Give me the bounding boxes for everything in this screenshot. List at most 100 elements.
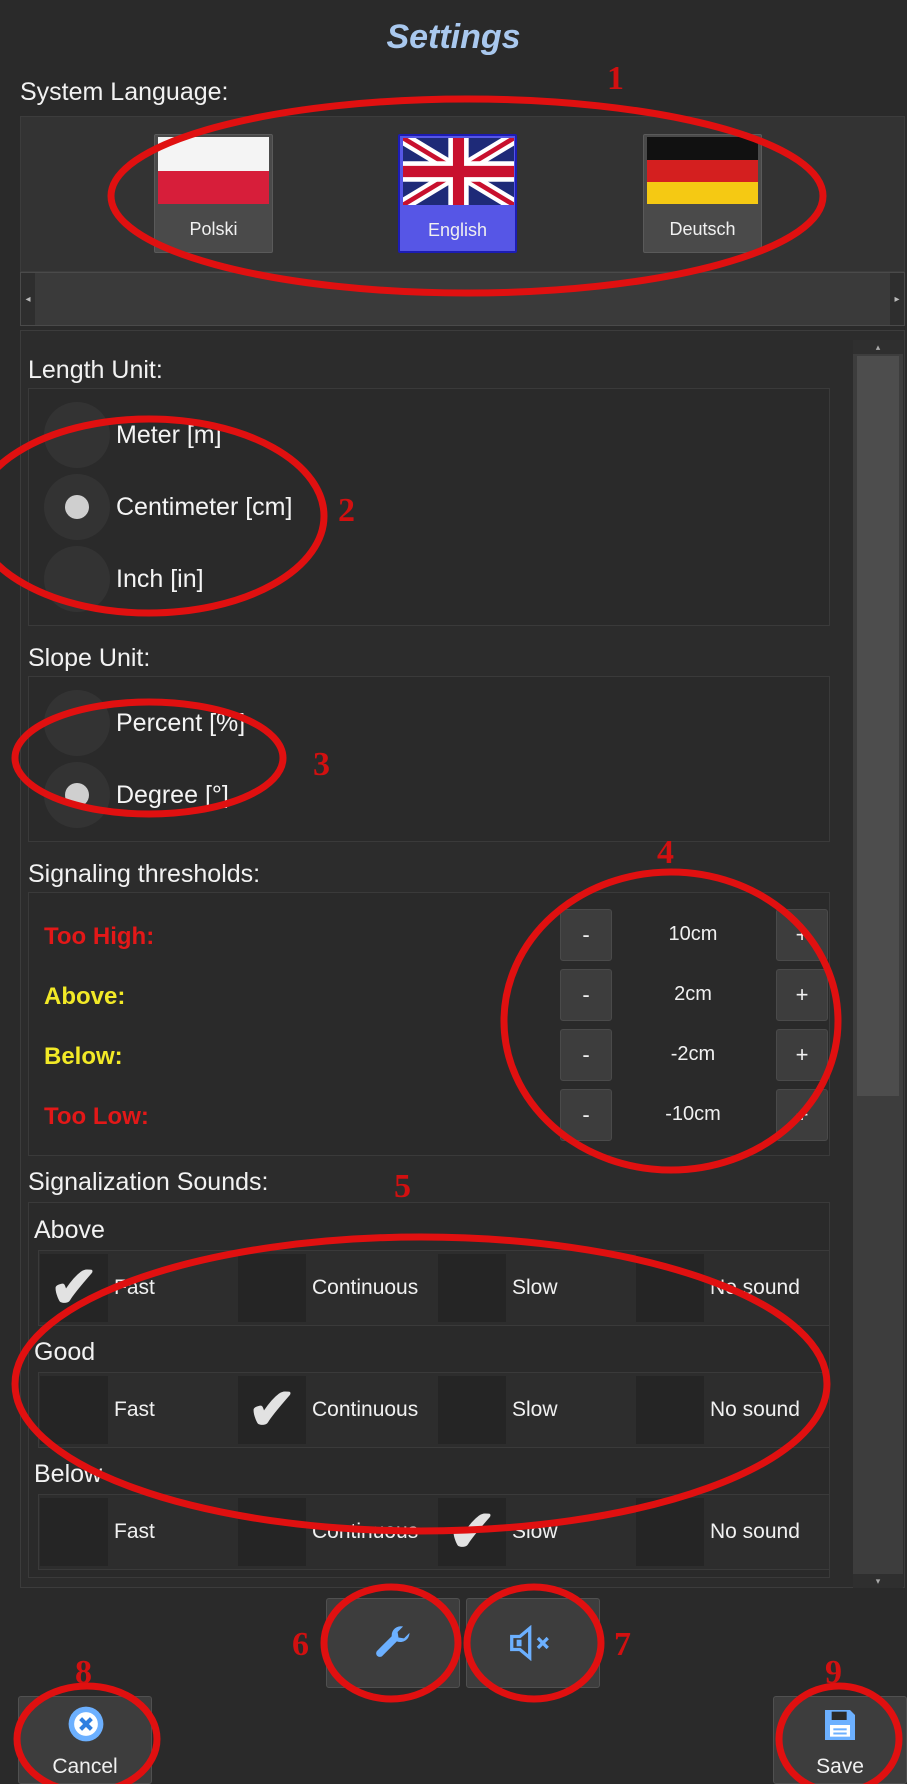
save-label: Save [816, 1755, 864, 1778]
annotation-number-5: 5 [394, 1168, 411, 1205]
cancel-icon [68, 1706, 104, 1742]
annotation-number-4: 4 [657, 834, 674, 871]
annotation-number-8: 8 [75, 1654, 92, 1691]
radio-button[interactable] [44, 402, 110, 468]
poland-flag-icon [158, 137, 269, 204]
radio-label: Centimeter [cm] [116, 492, 293, 521]
sound-option-label: Continuous [312, 1276, 419, 1299]
germany-flag-icon [647, 137, 758, 204]
checkbox-good-fast[interactable] [40, 1376, 108, 1444]
checkbox-below-continuous[interactable] [238, 1498, 306, 1566]
threshold-label-too-low: Too Low: [44, 1103, 149, 1130]
checkbox-good-slow[interactable] [438, 1376, 506, 1444]
radio-label: Meter [m] [116, 420, 222, 449]
radio-label: Degree [°] [116, 780, 229, 809]
annotation-number-2: 2 [338, 492, 355, 529]
vertical-scrollbar[interactable]: ▴ ▾ [853, 340, 903, 1588]
checkmark-icon: ✔ [247, 1377, 297, 1442]
annotation-number-3: 3 [313, 746, 330, 783]
below-decrement-button[interactable]: - [560, 1029, 612, 1081]
threshold-label-above: Above: [44, 983, 126, 1010]
radio-button[interactable] [44, 474, 110, 540]
language-option-polski[interactable]: Polski [154, 134, 273, 253]
sound-option-label: Fast [114, 1520, 155, 1543]
scroll-up-icon[interactable]: ▴ [853, 340, 903, 354]
sound-option-label: No sound [710, 1520, 800, 1543]
too-high-value: 10cm [668, 923, 718, 945]
too-high-increment-button[interactable]: + [776, 909, 828, 961]
mute-button[interactable] [466, 1598, 600, 1688]
annotation-number-6: 6 [292, 1626, 309, 1663]
language-horizontal-scrollbar[interactable]: ◂ ▸ [20, 272, 905, 326]
length-unit-label: Length Unit: [28, 356, 163, 384]
checkbox-good-no-sound[interactable] [636, 1376, 704, 1444]
above-increment-button[interactable]: + [776, 969, 828, 1021]
save-button[interactable]: Save [773, 1696, 907, 1784]
checkbox-above-slow[interactable] [438, 1254, 506, 1322]
annotation-number-7: 7 [614, 1626, 631, 1663]
uk-flag-icon [403, 138, 514, 205]
checkbox-above-continuous[interactable] [238, 1254, 306, 1322]
scroll-right-icon[interactable]: ▸ [890, 273, 904, 325]
threshold-label-too-high: Too High: [44, 923, 155, 950]
checkbox-good-continuous[interactable]: ✔ [238, 1376, 306, 1444]
language-name: Deutsch [669, 219, 736, 239]
radio-degree[interactable]: Degree [°] [44, 758, 444, 832]
checkbox-below-fast[interactable] [40, 1498, 108, 1566]
radio-centimeter[interactable]: Centimeter [cm] [44, 470, 444, 544]
above-value: 2cm [674, 983, 712, 1005]
language-name: Polski [189, 219, 238, 239]
radio-meter[interactable]: Meter [m] [44, 398, 444, 472]
sound-option-label: Fast [114, 1398, 155, 1421]
too-low-decrement-button[interactable]: - [560, 1089, 612, 1141]
checkmark-icon: ✔ [49, 1255, 99, 1320]
cancel-button[interactable]: Cancel [18, 1696, 152, 1784]
checkbox-above-no-sound[interactable] [636, 1254, 704, 1322]
sound-option-label: Slow [512, 1520, 558, 1543]
sound-group-label-above: Above [34, 1216, 105, 1244]
too-low-value: -10cm [665, 1103, 721, 1125]
scroll-left-icon[interactable]: ◂ [21, 273, 35, 325]
radio-button[interactable] [44, 762, 110, 828]
page-title: Settings [386, 18, 521, 56]
radio-percent[interactable]: Percent [%] [44, 686, 444, 760]
checkbox-below-slow[interactable]: ✔ [438, 1498, 506, 1566]
annotation-number-1: 1 [607, 60, 624, 97]
annotation-number-9: 9 [825, 1654, 842, 1691]
radio-inch[interactable]: Inch [in] [44, 542, 444, 616]
threshold-label-below: Below: [44, 1043, 123, 1070]
sound-option-label: Continuous [312, 1520, 419, 1543]
too-high-decrement-button[interactable]: - [560, 909, 612, 961]
system-language-label: System Language: [20, 78, 229, 106]
cancel-label: Cancel [52, 1755, 118, 1778]
sound-option-label: Slow [512, 1276, 558, 1299]
signalization-sounds-label: Signalization Sounds: [28, 1168, 269, 1196]
sound-option-label: Continuous [312, 1398, 419, 1421]
checkbox-below-no-sound[interactable] [636, 1498, 704, 1566]
language-option-english[interactable]: English [398, 134, 517, 253]
scroll-down-icon[interactable]: ▾ [853, 1574, 903, 1588]
wrench-icon [376, 1626, 410, 1657]
scrollbar-thumb[interactable] [857, 356, 899, 1096]
tools-button[interactable] [326, 1598, 460, 1688]
radio-label: Percent [%] [116, 708, 246, 737]
radio-label: Inch [in] [116, 564, 204, 593]
below-increment-button[interactable]: + [776, 1029, 828, 1081]
checkbox-above-fast[interactable]: ✔ [40, 1254, 108, 1322]
below-value: -2cm [670, 1043, 716, 1065]
language-option-deutsch[interactable]: Deutsch [643, 134, 762, 253]
sound-option-label: Fast [114, 1276, 155, 1299]
too-low-increment-button[interactable]: + [776, 1089, 828, 1141]
sound-option-label: No sound [710, 1398, 800, 1421]
sound-option-label: No sound [710, 1276, 800, 1299]
slope-unit-label: Slope Unit: [28, 644, 151, 672]
above-decrement-button[interactable]: - [560, 969, 612, 1021]
sound-group-label-good: Good [34, 1338, 96, 1366]
radio-button[interactable] [44, 546, 110, 612]
save-icon [825, 1710, 855, 1740]
radio-button[interactable] [44, 690, 110, 756]
sound-group-label-below: Below [34, 1460, 103, 1488]
sound-option-label: Slow [512, 1398, 558, 1421]
checkmark-icon: ✔ [447, 1499, 497, 1564]
speaker-mute-icon [510, 1625, 549, 1661]
